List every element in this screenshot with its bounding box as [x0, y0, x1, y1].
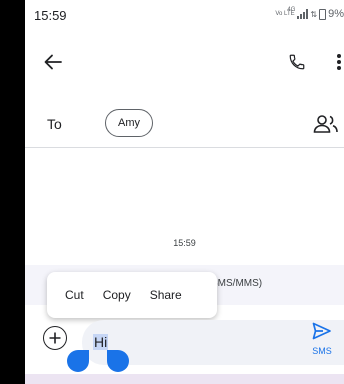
- call-button[interactable]: [283, 48, 311, 76]
- app-bar: [25, 40, 344, 84]
- status-icons: Vo LTE 4G ⇅ 9%: [275, 7, 344, 21]
- back-arrow-icon: [44, 54, 62, 70]
- network-type: 4G: [287, 7, 296, 13]
- battery-percent: 9%: [328, 8, 344, 20]
- recipients-row: To Amy: [25, 100, 344, 148]
- device-frame: [0, 0, 25, 384]
- add-contacts-button[interactable]: [313, 110, 343, 138]
- send-icon: [312, 322, 331, 340]
- more-options-button[interactable]: [329, 48, 344, 76]
- more-vert-icon: [337, 54, 341, 70]
- menu-item-copy[interactable]: Copy: [103, 288, 131, 302]
- add-contacts-icon: [313, 115, 338, 133]
- signal-icon: [297, 9, 309, 19]
- menu-item-share[interactable]: Share: [150, 288, 182, 302]
- add-attachment-button[interactable]: [43, 326, 67, 350]
- status-time: 15:59: [34, 8, 67, 23]
- bottom-strip: [25, 374, 344, 384]
- messages-screen: 15:59 Vo LTE 4G ⇅ 9% To Amy 15:59 SMS/MM…: [25, 0, 344, 384]
- recipient-chip[interactable]: Amy: [105, 109, 153, 137]
- data-arrows-icon: ⇅: [310, 9, 318, 19]
- selection-handle-start[interactable]: [67, 350, 89, 372]
- phone-icon: [289, 54, 305, 70]
- status-bar: 15:59 Vo LTE 4G ⇅ 9%: [25, 0, 344, 30]
- to-label: To: [47, 116, 62, 132]
- text-selection-menu: Cut Copy Share: [47, 272, 217, 318]
- send-label: SMS: [312, 346, 332, 356]
- battery-icon: [319, 8, 327, 20]
- menu-item-cut[interactable]: Cut: [65, 288, 84, 302]
- message-type-hint: SMS/MMS): [211, 278, 263, 289]
- send-button[interactable]: SMS: [304, 322, 340, 362]
- conversation-timestamp: 15:59: [173, 238, 196, 248]
- compose-text[interactable]: Hi: [93, 334, 109, 350]
- selection-handle-end[interactable]: [107, 350, 129, 372]
- back-button[interactable]: [39, 48, 67, 76]
- selected-text: Hi: [93, 334, 109, 350]
- add-circle-icon: [49, 332, 61, 344]
- volte-icon: Vo LTE: [275, 11, 295, 17]
